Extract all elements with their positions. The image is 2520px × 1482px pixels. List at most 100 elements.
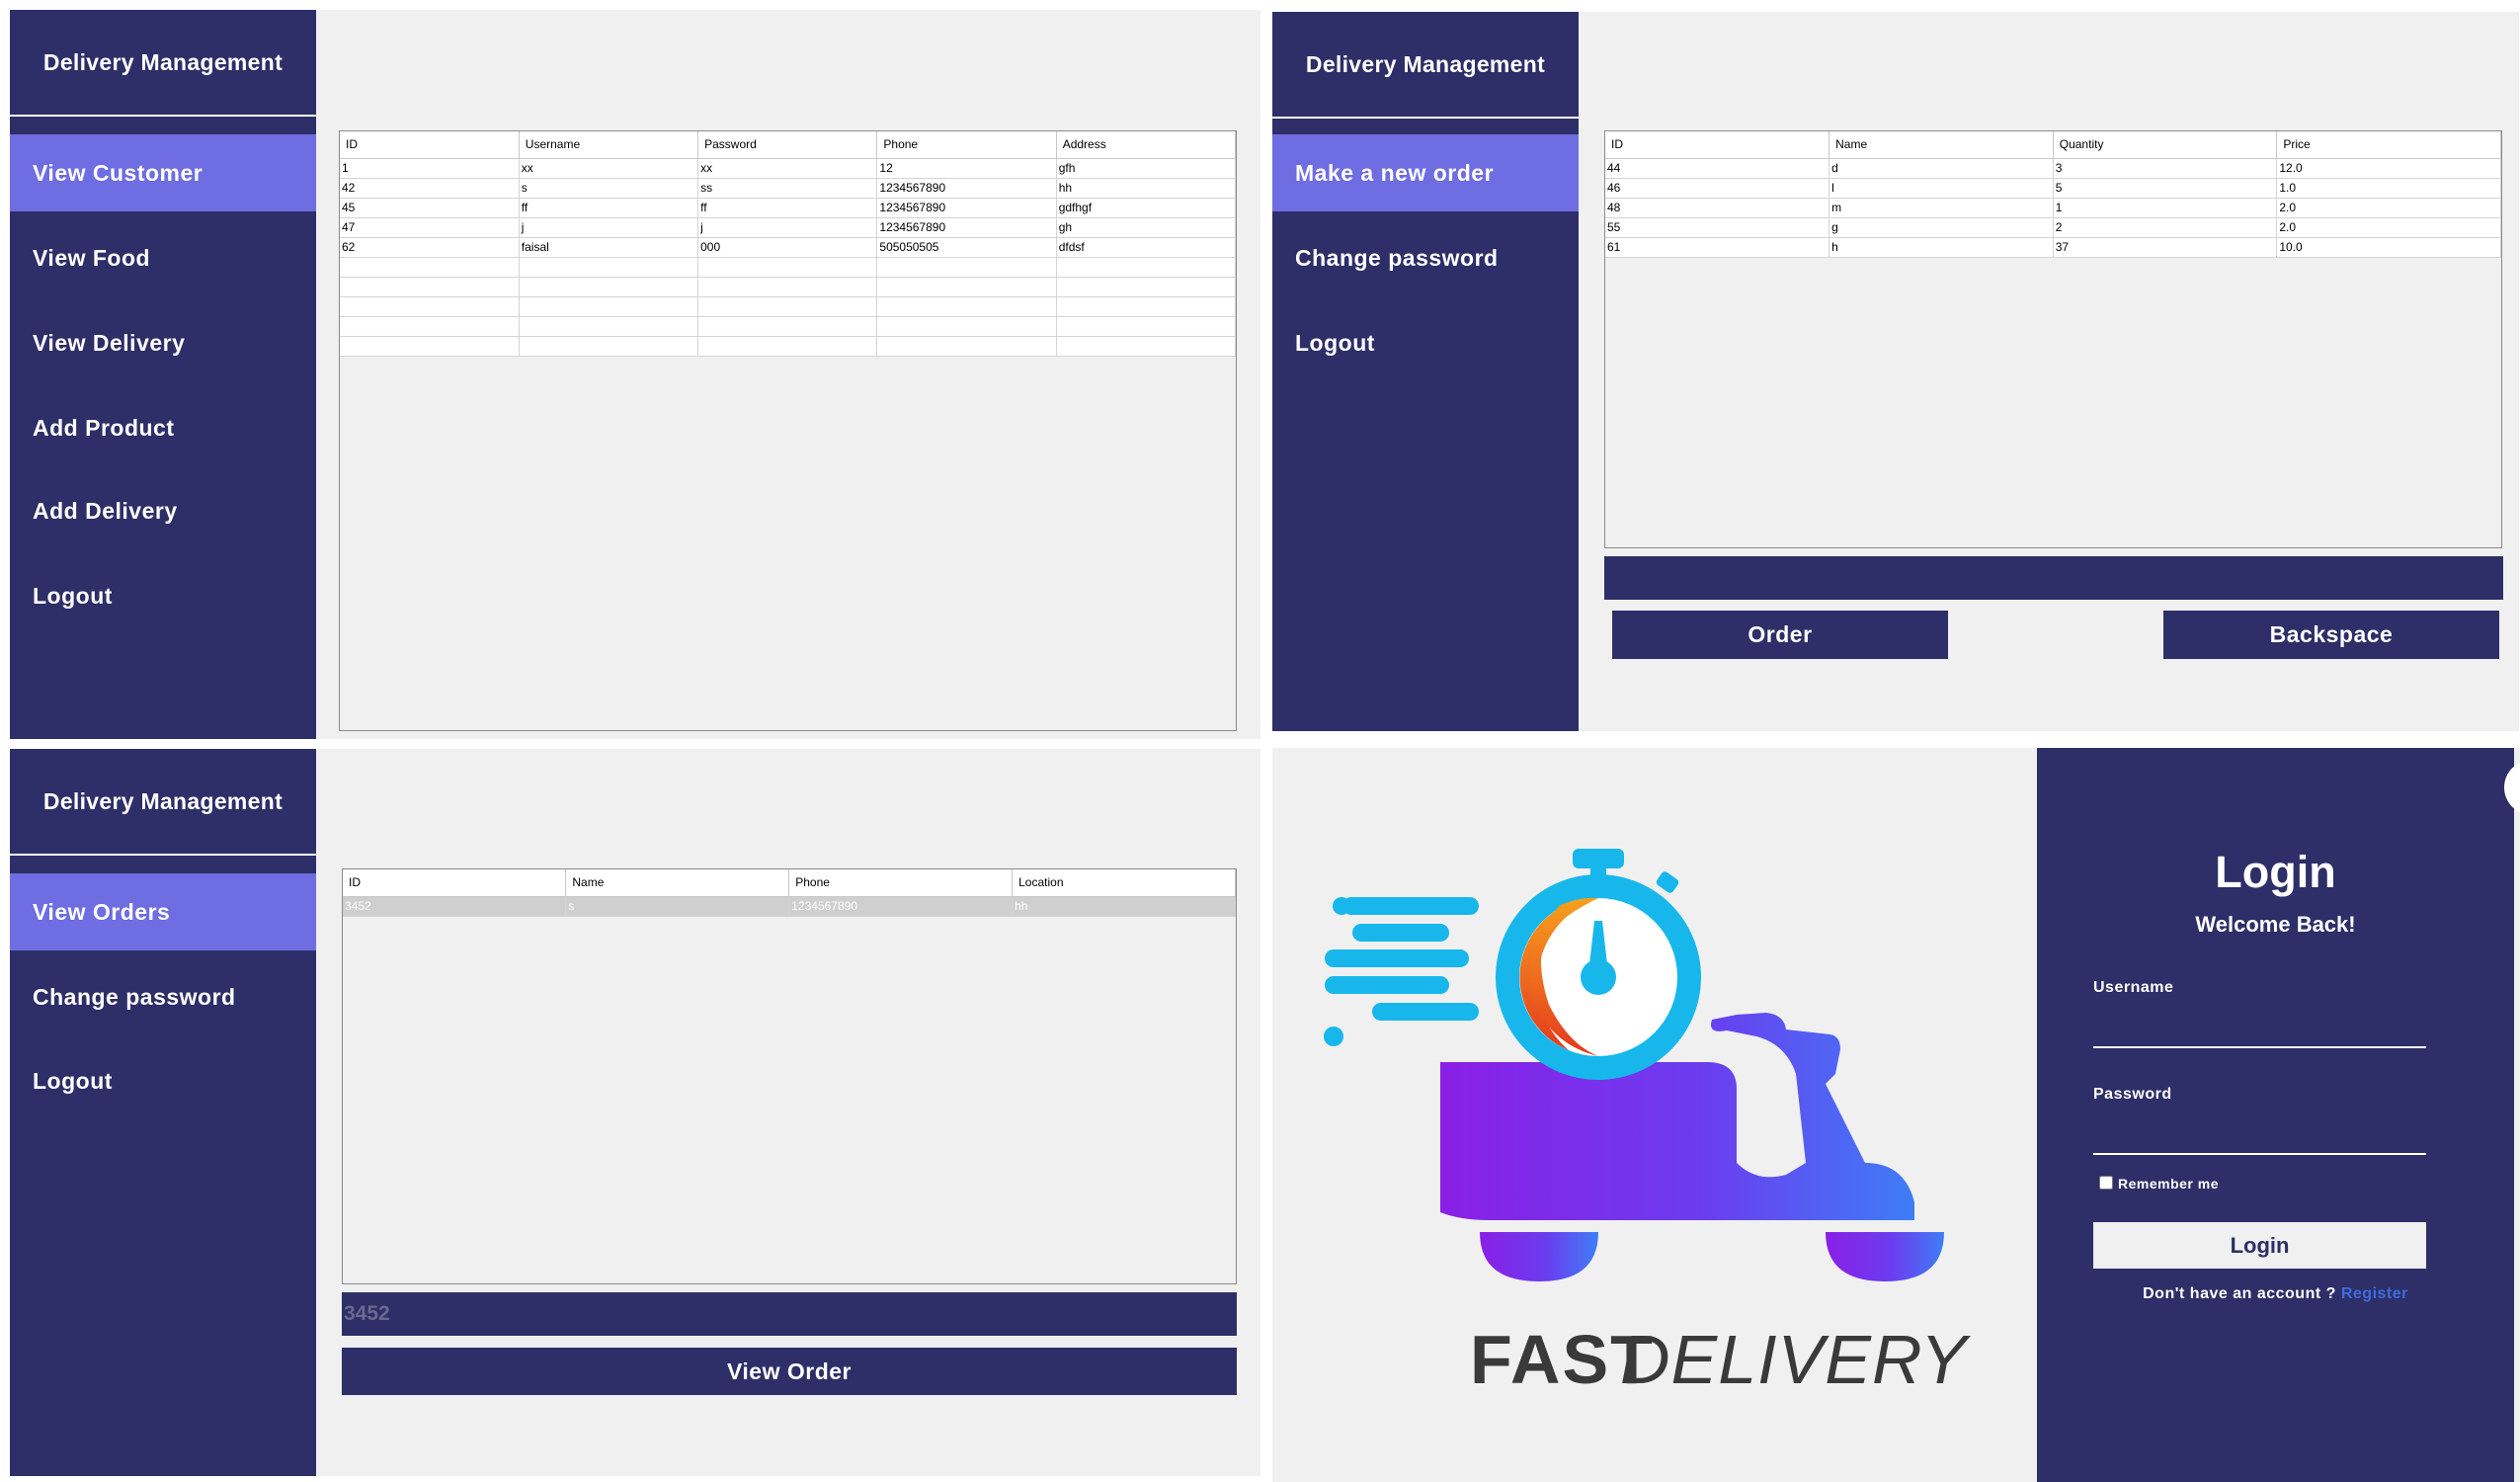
table-cell[interactable]: 46 [1605, 178, 1830, 199]
table-cell[interactable]: 44 [1605, 158, 1830, 179]
table-cell[interactable]: 5 [2053, 178, 2278, 199]
table-cell[interactable] [1056, 296, 1237, 317]
col-header[interactable]: Username [519, 131, 699, 159]
table-cell[interactable]: 1234567890 [788, 896, 1014, 917]
nav-view-delivery[interactable]: View Delivery [10, 304, 316, 381]
view-order-button[interactable]: View Order [342, 1348, 1237, 1395]
nav-view-customer[interactable]: View Customer [10, 134, 316, 211]
table-cell[interactable]: 45 [340, 198, 520, 218]
col-header[interactable]: ID [343, 869, 567, 897]
nav-view-orders[interactable]: View Orders [10, 873, 316, 950]
table-cell[interactable] [697, 316, 878, 337]
col-header[interactable]: Name [565, 869, 790, 897]
table-cell[interactable]: 37 [2053, 237, 2278, 258]
table-cell[interactable]: 61 [1605, 237, 1830, 258]
table-cell[interactable]: 12.0 [2276, 158, 2501, 179]
table-cell[interactable] [340, 277, 520, 297]
table-row[interactable]: 47 j j 1234567890 gh [340, 217, 1237, 238]
table-cell[interactable] [1056, 316, 1237, 337]
table-cell[interactable]: 62 [340, 237, 520, 258]
table-cell[interactable] [519, 316, 699, 337]
table-cell[interactable] [519, 296, 699, 317]
username-input[interactable] [2093, 1011, 2426, 1048]
table-row[interactable] [340, 316, 1237, 337]
table-cell[interactable] [519, 257, 699, 278]
col-header[interactable]: Phone [788, 869, 1014, 897]
table-cell[interactable]: ss [697, 178, 878, 199]
table-cell[interactable] [340, 296, 520, 317]
table-cell[interactable]: 47 [340, 217, 520, 238]
order-input[interactable] [1604, 556, 2503, 600]
table-cell[interactable]: 2.0 [2276, 198, 2501, 218]
table-cell[interactable]: ff [519, 198, 699, 218]
table-cell[interactable]: j [519, 217, 699, 238]
col-header[interactable]: Address [1056, 131, 1237, 159]
table-cell[interactable]: hh [1012, 896, 1236, 917]
table-row[interactable]: 45 ff ff 1234567890 gdfhgf [340, 198, 1237, 218]
table-cell[interactable]: gdfhgf [1056, 198, 1237, 218]
col-header[interactable]: Phone [876, 131, 1057, 159]
nav-view-food[interactable]: View Food [10, 219, 316, 296]
backspace-button[interactable]: Backspace [2163, 611, 2499, 659]
table-cell[interactable] [876, 336, 1057, 357]
table-cell[interactable]: 3 [2053, 158, 2278, 179]
table-cell[interactable] [697, 257, 878, 278]
table-cell[interactable]: l [1829, 178, 2054, 199]
table-cell[interactable] [1056, 257, 1237, 278]
table-cell[interactable]: 55 [1605, 217, 1830, 238]
table-cell[interactable]: faisal [519, 237, 699, 258]
col-header[interactable]: Location [1012, 869, 1236, 897]
table-cell[interactable]: 1 [2053, 198, 2278, 218]
table-row[interactable]: 46 l 5 1.0 [1605, 178, 2501, 199]
nav-change-password[interactable]: Change password [1272, 219, 1579, 296]
nav-logout[interactable]: Logout [1272, 304, 1579, 381]
table-cell[interactable]: 3452 [343, 896, 567, 917]
table-cell[interactable] [340, 316, 520, 337]
table-cell[interactable]: 505050505 [876, 237, 1057, 258]
table-cell[interactable]: s [519, 178, 699, 199]
table-cell[interactable]: dfdsf [1056, 237, 1237, 258]
table-cell[interactable] [519, 336, 699, 357]
table-cell[interactable]: g [1829, 217, 2054, 238]
table-row[interactable] [340, 296, 1237, 317]
table-cell[interactable] [876, 296, 1057, 317]
table-cell[interactable] [697, 336, 878, 357]
table-cell[interactable]: h [1829, 237, 2054, 258]
table-cell[interactable]: s [565, 896, 790, 917]
table-cell[interactable]: d [1829, 158, 2054, 179]
table-cell[interactable]: gfh [1056, 158, 1237, 179]
table-cell[interactable]: 1234567890 [876, 217, 1057, 238]
nav-make-order[interactable]: Make a new order [1272, 134, 1579, 211]
table-cell[interactable] [519, 277, 699, 297]
table-cell[interactable] [1056, 277, 1237, 297]
table-row[interactable] [340, 277, 1237, 297]
col-header[interactable]: Price [2276, 131, 2501, 159]
nav-logout[interactable]: Logout [10, 1042, 316, 1119]
table-cell[interactable]: ff [697, 198, 878, 218]
orders-table[interactable]: ID Name Phone Location 3452 s 1234567890 hh [342, 868, 1237, 1284]
login-button[interactable]: Login [2093, 1222, 2426, 1269]
table-cell[interactable] [340, 257, 520, 278]
table-row[interactable]: 48 m 1 2.0 [1605, 198, 2501, 218]
table-cell[interactable]: xx [697, 158, 878, 179]
table-cell[interactable] [697, 296, 878, 317]
table-cell[interactable] [876, 316, 1057, 337]
table-row[interactable]: 42 s ss 1234567890 hh [340, 178, 1237, 199]
table-cell[interactable]: 2 [2053, 217, 2278, 238]
table-cell[interactable]: 1 [340, 158, 520, 179]
food-table[interactable]: ID Name Quantity Price 44 d 3 12.0 46 l 5 1.0 48… [1604, 130, 2502, 548]
col-header[interactable]: Password [697, 131, 878, 159]
table-cell[interactable]: 1234567890 [876, 198, 1057, 218]
nav-logout[interactable]: Logout [10, 557, 316, 634]
table-row[interactable] [340, 257, 1237, 278]
table-cell[interactable]: 000 [697, 237, 878, 258]
order-id-input[interactable] [342, 1292, 1237, 1336]
table-cell[interactable]: 48 [1605, 198, 1830, 218]
nav-change-password[interactable]: Change password [10, 958, 316, 1035]
table-row[interactable]: 55 g 2 2.0 [1605, 217, 2501, 238]
table-cell[interactable]: 1.0 [2276, 178, 2501, 199]
table-cell[interactable]: hh [1056, 178, 1237, 199]
table-cell[interactable]: xx [519, 158, 699, 179]
table-row[interactable]: 3452 s 1234567890 hh [343, 896, 1236, 917]
customer-table[interactable]: ID Username Password Phone Address 1 xx xx… [339, 130, 1237, 731]
